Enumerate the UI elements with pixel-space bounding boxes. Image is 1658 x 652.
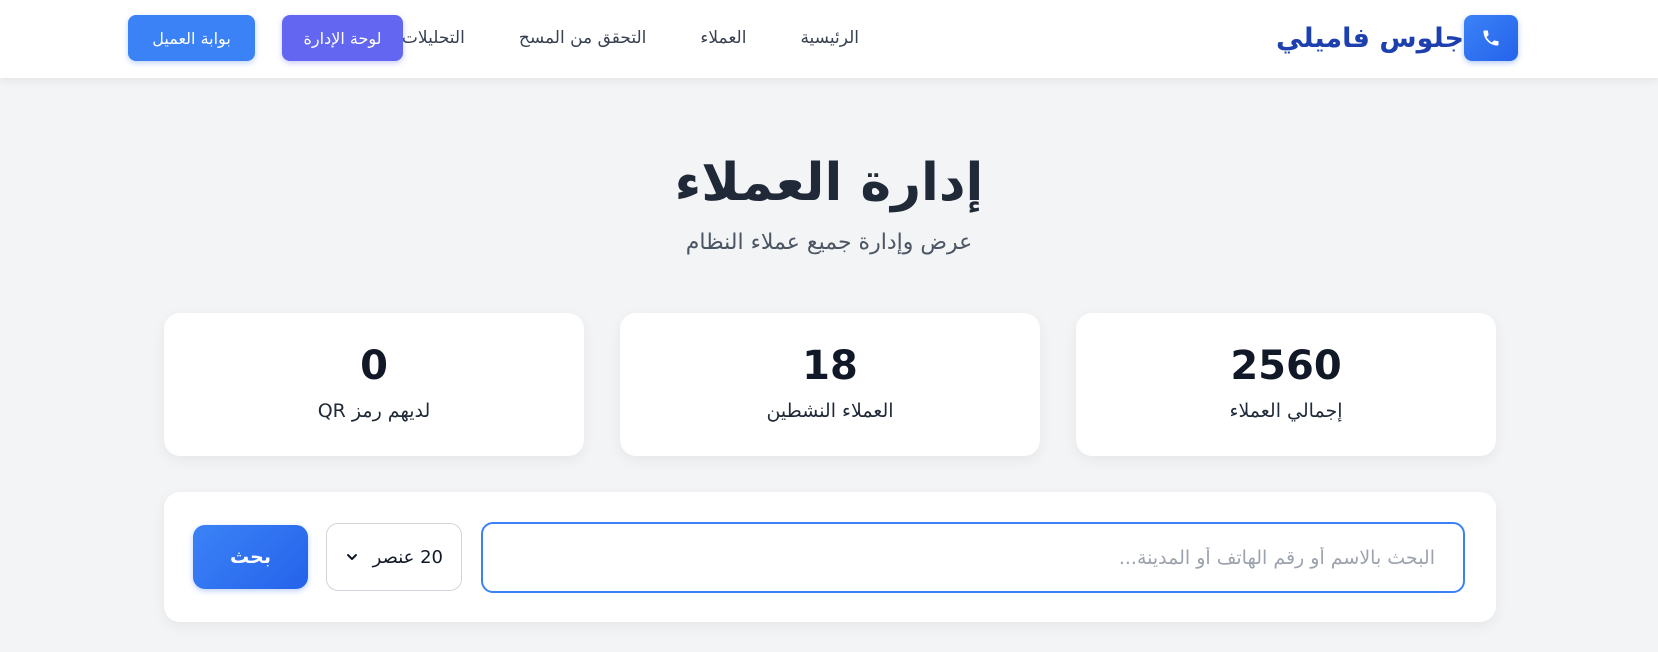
stat-label: لديهم رمز QR [317,400,431,422]
customer-portal-button[interactable]: بوابة العميل [128,15,255,61]
nav-link-home[interactable]: الرئيسية [773,15,886,61]
stat-card-active-customers: 18 العملاء النشطين [620,313,1040,456]
stat-value: 0 [360,343,388,389]
page-title: إدارة العملاء [674,153,984,213]
stat-value: 18 [802,343,858,389]
stat-card-total-customers: 2560 إجمالي العملاء [1076,313,1496,456]
nav-link-scan-verification[interactable]: التحقق من المسح [492,15,674,61]
search-input[interactable] [481,522,1465,593]
stat-card-with-qr: 0 لديهم رمز QR [164,313,584,456]
per-page-value: 20 عنصر [372,546,443,568]
stat-label: إجمالي العملاء [1229,400,1343,422]
stat-label: العملاء النشطين [766,400,894,422]
brand[interactable]: جلوس فاميلي [1276,15,1518,61]
chevron-down-icon [345,550,359,564]
admin-dashboard-button[interactable]: لوحة الإدارة [282,15,403,61]
main-nav: الرئيسية العملاء التحقق من المسح التحليل… [375,15,886,61]
page-subtitle: عرض وإدارة جميع عملاء النظام [685,230,973,255]
top-navbar: جلوس فاميلي الرئيسية العملاء التحقق من ا… [0,0,1658,78]
per-page-select[interactable]: 20 عنصر [326,523,462,591]
search-button[interactable]: بحث [193,525,308,589]
phone-icon [1464,15,1518,61]
brand-name: جلوس فاميلي [1276,22,1464,54]
nav-link-customers[interactable]: العملاء [673,15,773,61]
search-panel: 20 عنصر بحث [164,492,1496,622]
stat-value: 2560 [1230,343,1342,389]
